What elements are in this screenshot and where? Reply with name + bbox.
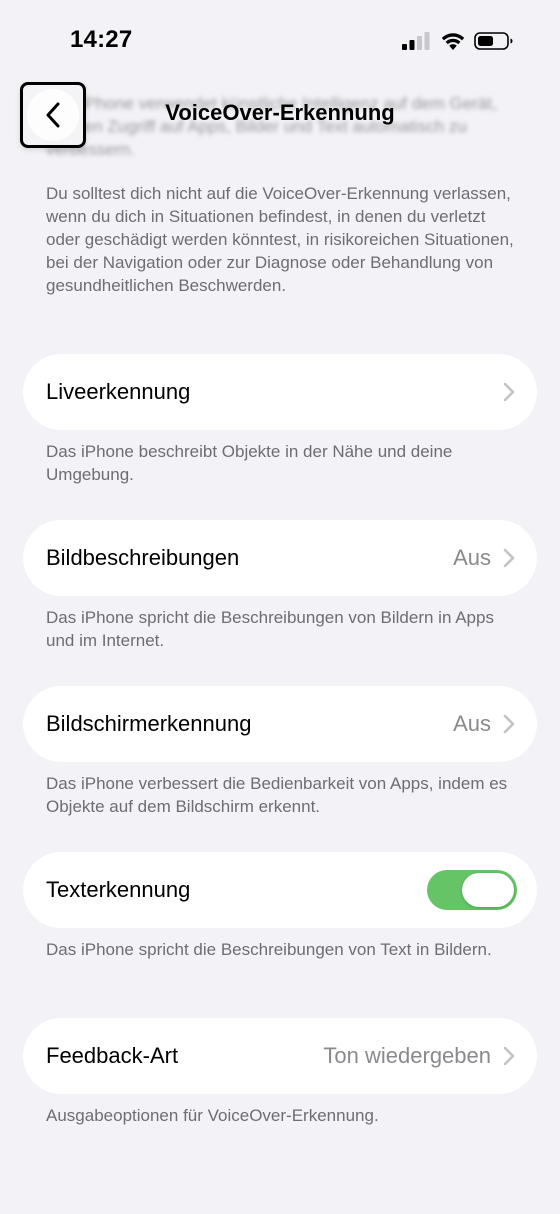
battery-icon	[474, 32, 513, 50]
row-footer-texterkennung: Das iPhone spricht die Beschreibungen vo…	[46, 940, 492, 959]
row-value: Aus	[453, 545, 491, 570]
row-bildbeschreibungen[interactable]: Bildbeschreibungen Aus	[23, 520, 537, 596]
back-button-inner	[27, 89, 79, 141]
row-footer-bildschirmerkennung: Das iPhone verbessert die Bedienbarkeit …	[46, 774, 508, 816]
intro-text: Du solltest dich nicht auf die VoiceOver…	[46, 184, 514, 295]
row-footer-liveerkennung: Das iPhone beschreibt Objekte in der Näh…	[46, 442, 453, 484]
status-bar: 14:27	[0, 0, 560, 80]
row-footer-bildbeschreibungen: Das iPhone spricht die Beschreibungen vo…	[46, 608, 494, 650]
status-time: 14:27	[70, 26, 133, 53]
cellular-signal-icon	[402, 32, 430, 50]
row-value: Aus	[453, 711, 491, 736]
chevron-right-icon	[503, 382, 515, 402]
row-value: Ton wiedergeben	[323, 1043, 491, 1068]
navigation-bar: VoiceOver-Erkennung	[0, 80, 560, 150]
wifi-icon	[441, 33, 465, 50]
row-texterkennung: Texterkennung	[23, 852, 537, 928]
row-label: Liveerkennung	[46, 379, 191, 404]
texterkennung-toggle[interactable]	[427, 870, 517, 910]
page-title: VoiceOver-Erkennung	[165, 100, 395, 125]
row-footer-feedback-art: Ausgabeoptionen für VoiceOver-Erkennung.	[46, 1106, 379, 1125]
chevron-right-icon	[503, 714, 515, 734]
toggle-knob	[462, 873, 514, 907]
chevron-right-icon	[503, 548, 515, 568]
row-label: Bildschirmerkennung	[46, 711, 252, 736]
row-label: Bildbeschreibungen	[46, 545, 240, 570]
back-button[interactable]	[20, 82, 86, 148]
chevron-right-icon	[503, 1046, 515, 1066]
settings-screen: 14:27 Das iPhone verwendet künstliche In…	[0, 0, 560, 1214]
row-liveerkennung[interactable]: Liveerkennung	[23, 354, 537, 430]
row-label: Feedback-Art	[46, 1043, 179, 1068]
row-feedback-art[interactable]: Feedback-Art Ton wiedergeben	[23, 1018, 537, 1094]
chevron-left-icon	[46, 102, 60, 128]
row-bildschirmerkennung[interactable]: Bildschirmerkennung Aus	[23, 686, 537, 762]
